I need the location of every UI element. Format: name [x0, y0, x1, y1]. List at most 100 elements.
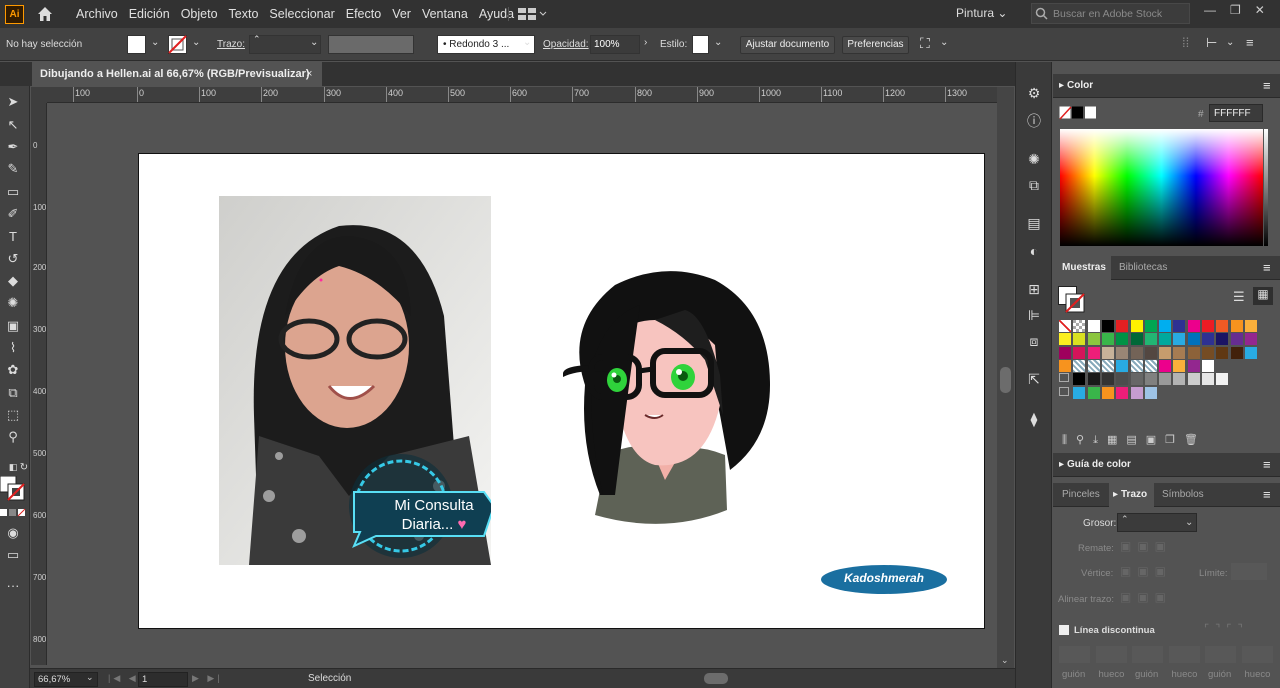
align-panel-icon[interactable]: ⊫: [1025, 306, 1043, 324]
swatch[interactable]: [1159, 333, 1172, 346]
swatch[interactable]: [1130, 386, 1143, 399]
swatch[interactable]: [1101, 359, 1114, 372]
type-tool-icon[interactable]: T: [3, 227, 23, 245]
align-stroke-buttons[interactable]: ▣▣▣: [1120, 590, 1180, 607]
fill-color-swatch[interactable]: [127, 35, 146, 54]
eyedropper-tool-icon[interactable]: ⌇: [3, 339, 23, 357]
cartoon-portrait[interactable]: [555, 265, 775, 535]
export-icon[interactable]: ⇱: [1025, 370, 1043, 388]
color-menu-icon[interactable]: ≡: [1263, 78, 1271, 93]
paintbrush-tool-icon[interactable]: ✐: [3, 205, 23, 223]
swatch[interactable]: [1073, 333, 1086, 346]
fit-document-button[interactable]: Ajustar documento: [740, 36, 835, 54]
opacity-label[interactable]: Opacidad:: [543, 39, 589, 50]
align-icon[interactable]: ⁞⁞: [1182, 35, 1189, 50]
swatch[interactable]: [1087, 386, 1100, 399]
swatch-actions-icons[interactable]: ⫼⚲⤓▦▤▣❐🗑: [1062, 433, 1207, 447]
next-last-page-icons[interactable]: ▶ ▶|: [192, 673, 223, 684]
swatch[interactable]: [1173, 333, 1186, 346]
document-tab[interactable]: Dibujando a Hellen.ai al 66,67% (RGB/Pre…: [32, 62, 322, 86]
preferences-button[interactable]: Preferencias: [842, 36, 909, 54]
limit-input[interactable]: [1231, 563, 1267, 580]
scroll-down-icon[interactable]: ⌄: [1001, 655, 1009, 666]
menu-lines-icon[interactable]: ≡: [1246, 35, 1254, 50]
grid-view-icon[interactable]: ▦: [1253, 287, 1273, 305]
collapse-icon[interactable]: ▸: [1059, 459, 1064, 470]
dash-input[interactable]: [1132, 646, 1163, 663]
swatch[interactable]: [1073, 320, 1086, 332]
swatch[interactable]: [1159, 320, 1172, 332]
dash-input[interactable]: [1205, 646, 1236, 663]
swatch[interactable]: [1101, 346, 1114, 359]
swatch[interactable]: [1059, 320, 1071, 332]
swatch[interactable]: [1216, 373, 1229, 386]
dash-input[interactable]: [1168, 646, 1200, 663]
color-panel-title[interactable]: Color: [1067, 80, 1093, 91]
transform-panel-icon[interactable]: ⊞: [1025, 280, 1043, 298]
info-icon[interactable]: ⓘ: [1025, 112, 1043, 130]
swatch[interactable]: [1116, 320, 1129, 332]
horizontal-scrollbar-thumb[interactable]: [704, 673, 728, 684]
swatch[interactable]: [1073, 373, 1086, 386]
swatch[interactable]: [1230, 320, 1243, 332]
gradient-tool-icon[interactable]: ▣: [3, 317, 23, 335]
stepper-icon[interactable]: ⌃: [253, 34, 261, 45]
shape-builder-tool-icon[interactable]: ⧉: [3, 384, 23, 402]
menu-seleccionar[interactable]: Seleccionar: [269, 7, 334, 21]
select-similar-icon[interactable]: ⛶: [920, 35, 930, 52]
swatch[interactable]: [1187, 333, 1200, 346]
swatch[interactable]: [1202, 373, 1214, 386]
swatch[interactable]: [1087, 346, 1100, 359]
dash-input[interactable]: [1059, 646, 1090, 663]
swatch[interactable]: [1130, 373, 1143, 386]
swatch[interactable]: [1059, 333, 1071, 346]
opacity-field[interactable]: 100%: [590, 35, 640, 54]
tab-stroke[interactable]: Trazo: [1121, 489, 1147, 500]
swatch[interactable]: [1202, 359, 1214, 372]
stock-search-input[interactable]: Buscar en Adobe Stock: [1031, 3, 1190, 24]
swatch[interactable]: [1187, 373, 1200, 386]
selection-tool-icon[interactable]: ➤: [3, 93, 23, 111]
rotate-tool-icon[interactable]: ↺: [3, 250, 23, 268]
swatch[interactable]: [1202, 333, 1214, 346]
swatch[interactable]: [1244, 346, 1257, 359]
swatch[interactable]: [1144, 333, 1157, 346]
swatch[interactable]: [1187, 346, 1200, 359]
color-spectrum[interactable]: [1060, 129, 1263, 246]
swatch[interactable]: [1073, 359, 1086, 372]
swatch[interactable]: [1244, 333, 1257, 346]
artboard-tool-icon[interactable]: ⬚: [3, 406, 23, 424]
scrollbar-thumb[interactable]: [1000, 367, 1011, 393]
swatch[interactable]: [1059, 386, 1069, 396]
list-view-icon[interactable]: ☰: [1233, 289, 1245, 305]
hex-input[interactable]: FFFFFF: [1209, 104, 1263, 122]
menu-ver[interactable]: Ver: [392, 7, 411, 21]
spectrum-grayscale[interactable]: [1264, 129, 1268, 246]
screen-mode-icon[interactable]: ▭: [3, 546, 23, 564]
menu-edición[interactable]: Edición: [129, 7, 170, 21]
symbol-sprayer-tool-icon[interactable]: ✿: [3, 361, 23, 379]
brush-dropdown-icon[interactable]: ⌄: [523, 37, 531, 48]
swatch[interactable]: [1173, 346, 1186, 359]
swatch[interactable]: [1244, 320, 1257, 332]
graphic-style-swatch[interactable]: [692, 35, 709, 54]
swatch[interactable]: [1059, 346, 1071, 359]
direct-selection-tool-icon[interactable]: ↖: [3, 116, 23, 134]
menu-efecto[interactable]: Efecto: [346, 7, 381, 21]
swatch[interactable]: [1073, 386, 1086, 399]
first-prev-page-icons[interactable]: |◀ ◀: [108, 673, 139, 684]
swatch[interactable]: [1130, 333, 1143, 346]
color-guide-menu-icon[interactable]: ≡: [1263, 457, 1271, 472]
swatch[interactable]: [1173, 373, 1186, 386]
swatch[interactable]: [1116, 333, 1129, 346]
variable-width-profile[interactable]: [328, 35, 414, 54]
collapse-icon[interactable]: ▸: [1059, 80, 1064, 91]
swatch[interactable]: [1087, 320, 1100, 332]
swatch[interactable]: [1116, 359, 1129, 372]
swatch[interactable]: [1173, 359, 1186, 372]
corner-buttons[interactable]: ▣▣▣: [1120, 564, 1180, 581]
weight-dropdown-icon[interactable]: ⌄: [310, 37, 318, 48]
close-tab-icon[interactable]: ×: [306, 62, 312, 86]
placed-photo[interactable]: Mi Consulta Diaria... ♥: [219, 196, 491, 565]
page-field[interactable]: 1: [138, 672, 188, 687]
